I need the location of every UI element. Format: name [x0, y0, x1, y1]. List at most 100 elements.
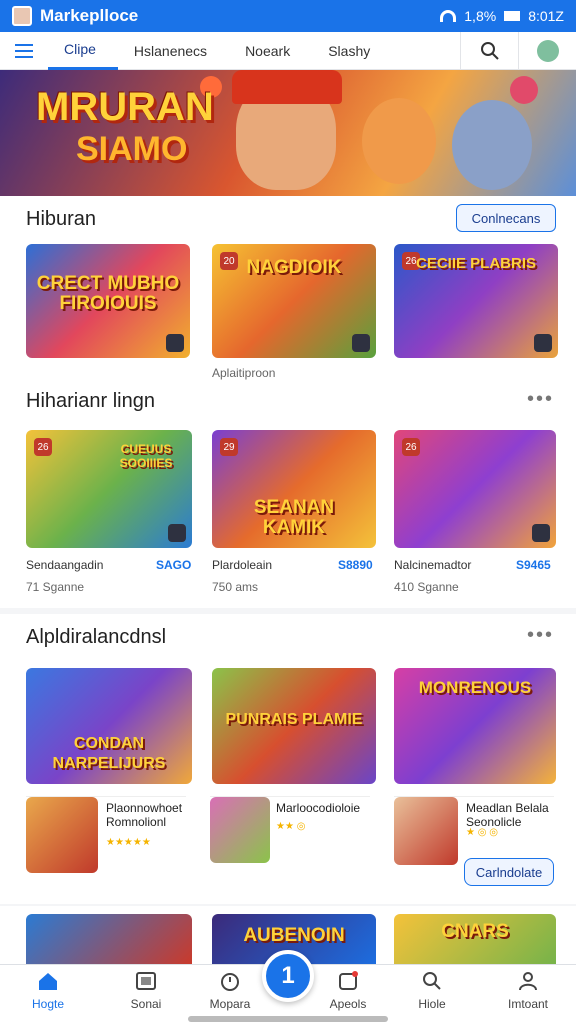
search-icon — [480, 42, 499, 60]
search-icon — [423, 972, 441, 990]
game-card[interactable]: PUNRAIS PLAMIE — [212, 668, 376, 784]
game-price: S9465 — [516, 558, 551, 572]
nav-apps[interactable]: Apeols — [318, 971, 378, 1011]
center-action-button[interactable]: 1 — [262, 950, 314, 1002]
tab-hslanenecs[interactable]: Hslanenecs — [118, 32, 229, 70]
store-icon — [136, 972, 156, 990]
game-card[interactable]: CONDAN NARPELIJURS — [26, 668, 192, 784]
game-subtext: 750 ams — [212, 580, 259, 594]
play-icon — [532, 524, 550, 542]
nav-label: Hiole — [418, 997, 446, 1011]
nav-home[interactable]: Hogte — [18, 971, 78, 1011]
rating-stars: ★★★★★ — [106, 837, 151, 848]
profile-avatar-icon — [536, 40, 559, 62]
app-thumbnail — [26, 797, 98, 873]
game-card[interactable]: MONRENOUS — [394, 668, 556, 784]
play-icon — [352, 334, 370, 352]
app-title: Markeplloce — [40, 6, 139, 25]
hero-subtitle: SIAMO — [76, 130, 188, 168]
hero-title: MRURAN — [36, 85, 214, 129]
more-options-icon[interactable]: ••• — [527, 388, 554, 411]
gesture-bar — [188, 1016, 388, 1022]
rating-stars: ★ ◎ ◎ — [466, 827, 498, 838]
status-indicators: 1,8% 8:01Z — [440, 8, 564, 24]
wifi-icon — [440, 10, 457, 22]
game-card-art-title: MONRENOUS — [418, 678, 532, 697]
game-card-art-title: CRECT MUBHO FIROIOUIS — [36, 273, 180, 314]
list-item[interactable]: Plaonnowhoet Romnolionl ★★★★★ — [26, 796, 186, 890]
tab-slashy[interactable]: Slashy — [312, 32, 392, 70]
apps-icon — [339, 971, 358, 990]
section-title: Hiharianr lingn — [26, 390, 155, 412]
section-alpldiralancdnsl: Alpldiralancdnsl ••• CONDAN NARPELIJURS … — [0, 614, 576, 904]
app-name: Meadlan Belala Seonolicle — [466, 801, 549, 829]
game-card-art-title: CNARS — [441, 921, 509, 942]
nav-label: Mopara — [209, 997, 251, 1011]
game-card[interactable]: 26 CECIIE PLABRIS — [394, 244, 558, 358]
card-caption: Aplaitiproon — [212, 366, 276, 380]
game-card[interactable]: 26 — [394, 430, 556, 548]
play-icon — [166, 334, 184, 352]
rating-badge: 26 — [34, 438, 52, 456]
section-action-button[interactable]: Conlnecans — [456, 204, 556, 232]
game-card[interactable]: 20 NAGDIOIK — [212, 244, 376, 358]
app-avatar — [12, 6, 32, 26]
section-hiharianr: Hiharianr lingn ••• 26 CUEUUS SOOIIIES 2… — [0, 382, 576, 608]
clock-text: 8:01Z — [528, 8, 564, 24]
nav-label: Apeols — [329, 997, 367, 1011]
game-card-art-title: NAGDIOIK — [246, 257, 342, 278]
game-card-art-title: CECIIE PLABRIS — [415, 255, 536, 272]
app-name: Plaonnowhoet Romnolionl — [106, 801, 183, 829]
rating-badge: 29 — [220, 438, 238, 456]
game-card[interactable]: 26 CUEUUS SOOIIIES — [26, 430, 192, 548]
game-card-art-title: CUEUUS SOOIIIES — [119, 442, 173, 470]
game-name: Sendaangadin — [26, 558, 104, 572]
clock-icon — [221, 973, 239, 991]
game-card-art-title: CONDAN NARPELIJURS — [52, 735, 166, 772]
status-bar: Markeplloce 1,8% 8:01Z — [0, 0, 576, 32]
game-card-art-title: SEANAN KAMIK — [253, 497, 335, 538]
nav-account[interactable]: Imtoant — [498, 971, 558, 1011]
tab-noeark[interactable]: Noeark — [229, 32, 312, 70]
game-name: Plardoleain — [212, 558, 273, 572]
hero-character-wolf — [452, 100, 532, 190]
hero-candy — [510, 76, 538, 104]
home-icon — [39, 973, 57, 990]
signal-text: 1,8% — [464, 8, 497, 24]
nav-label: Imtoant — [507, 997, 549, 1011]
nav-store[interactable]: Sonai — [116, 971, 176, 1011]
game-card[interactable] — [26, 914, 192, 964]
game-subtext: 410 Sganne — [394, 580, 459, 594]
rating-stars: ★★ ◎ — [276, 821, 306, 832]
game-card[interactable]: CNARS — [394, 914, 556, 964]
game-card[interactable]: CRECT MUBHO FIROIOUIS — [26, 244, 190, 358]
game-card-art-title: PUNRAIS PLAMIE — [225, 711, 363, 728]
app-thumbnail — [210, 797, 270, 863]
app-name: Marloocodioloie — [276, 801, 361, 815]
battery-icon — [504, 11, 521, 21]
more-options-icon[interactable]: ••• — [527, 624, 554, 647]
nav-label: Hogte — [31, 997, 65, 1011]
hero-character-hat — [232, 70, 342, 104]
play-icon — [168, 524, 186, 542]
search-button[interactable] — [460, 32, 518, 70]
list-item[interactable]: Marloocodioloie ★★ ◎ — [210, 796, 370, 890]
top-tab-bar: Clipe Hslanenecs Noeark Slashy — [0, 32, 576, 70]
tab-clipe[interactable]: Clipe — [48, 32, 118, 70]
game-price: S8890 — [338, 558, 373, 572]
play-icon — [534, 334, 552, 352]
hamburger-menu-icon[interactable] — [0, 32, 48, 70]
rating-badge: 26 — [402, 438, 420, 456]
hero-banner[interactable]: MRURAN SIAMO — [0, 70, 576, 196]
game-name: Nalcinemadtor — [394, 558, 472, 572]
section-title: Hiburan — [26, 208, 97, 230]
section-title: Alpldiralancdnsl — [26, 626, 167, 648]
game-subtext: 71 Sganne — [26, 580, 85, 594]
nav-recent[interactable]: Mopara — [200, 971, 260, 1011]
game-card[interactable]: 29 SEANAN KAMIK — [212, 430, 376, 548]
nav-search[interactable]: Hiole — [402, 971, 462, 1011]
profile-button[interactable] — [518, 32, 576, 70]
install-button[interactable]: Carlndolate — [464, 858, 554, 886]
game-card-art-title: AUBENOIN — [243, 925, 345, 946]
app-thumbnail — [394, 797, 458, 865]
